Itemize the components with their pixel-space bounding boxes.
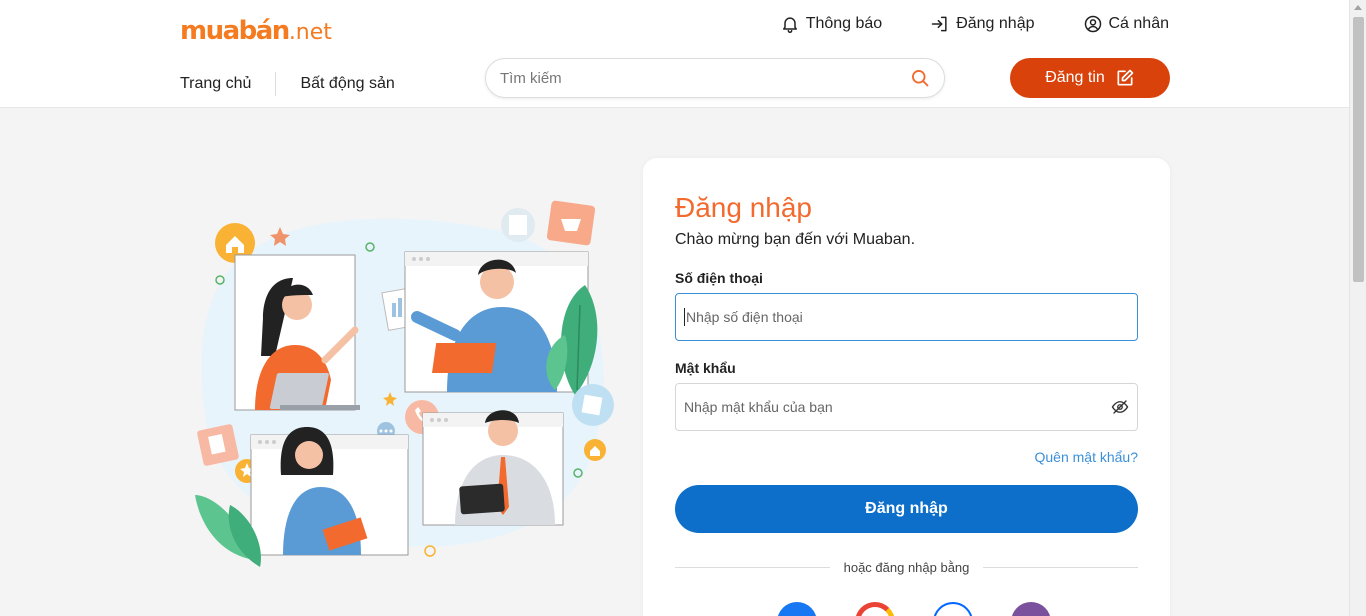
social-divider: hoặc đăng nhập bằng	[675, 560, 1139, 575]
phone-field[interactable]	[675, 293, 1138, 341]
search-icon[interactable]	[910, 68, 930, 88]
login-link[interactable]: Đăng nhập	[930, 12, 1035, 36]
user-icon	[1084, 15, 1101, 33]
site-logo[interactable]: muabán.net	[180, 16, 332, 46]
password-field[interactable]	[675, 383, 1138, 431]
scroll-up-icon[interactable]	[1354, 5, 1362, 10]
login-title: Đăng nhập	[675, 192, 813, 223]
bell-icon	[782, 17, 797, 34]
forgot-password-link[interactable]: Quên mật khẩu?	[1034, 449, 1138, 465]
divider-line-right	[983, 567, 1139, 568]
nav-real-estate[interactable]: Bất động sản	[300, 75, 394, 93]
top-links: Thông báo Đăng nhập Cá nhân	[780, 12, 1169, 36]
nav-home[interactable]: Trang chủ	[180, 75, 251, 93]
scrollbar-thumb[interactable]	[1353, 17, 1364, 282]
social-login-buttons	[777, 602, 1051, 616]
login-submit-button[interactable]: Đăng nhập	[675, 485, 1138, 533]
site-header: muabán.net Thông báo Đăng nhập Cá nhân T…	[0, 0, 1349, 108]
notifications-link[interactable]: Thông báo	[780, 12, 883, 36]
password-label: Mật khẩu	[675, 360, 736, 376]
login-subtitle: Chào mừng bạn đến với Muaban.	[675, 231, 916, 248]
page-scrollbar[interactable]	[1349, 0, 1366, 616]
post-listing-button[interactable]: Đăng tin	[1010, 58, 1170, 98]
search-bar	[485, 58, 945, 98]
profile-label: Cá nhân	[1108, 15, 1170, 32]
google-icon[interactable]	[855, 602, 895, 616]
login-card: Đăng nhập Chào mừng bạn đến với Muaban. …	[643, 158, 1170, 616]
social-divider-text: hoặc đăng nhập bằng	[843, 560, 970, 575]
main-nav: Trang chủ Bất động sản	[180, 72, 395, 96]
phone-label: Số điện thoại	[675, 270, 763, 286]
edit-icon	[1117, 69, 1134, 86]
login-link-label: Đăng nhập	[956, 15, 1035, 32]
logo-suffix: .net	[288, 20, 332, 45]
viber-icon[interactable]	[1011, 602, 1051, 616]
post-listing-label: Đăng tin	[1045, 69, 1105, 86]
zalo-icon[interactable]	[933, 602, 973, 616]
eye-slash-icon[interactable]	[1111, 398, 1129, 416]
nav-divider	[275, 72, 277, 96]
phone-input[interactable]	[686, 309, 1129, 325]
notifications-label: Thông báo	[805, 15, 883, 32]
divider-line-left	[675, 567, 830, 568]
password-input[interactable]	[684, 399, 1111, 415]
facebook-icon[interactable]	[777, 602, 817, 616]
profile-link[interactable]: Cá nhân	[1083, 12, 1170, 36]
text-caret	[684, 308, 685, 326]
login-icon	[931, 16, 947, 32]
search-input[interactable]	[500, 69, 910, 87]
welcome-illustration	[195, 200, 614, 567]
logo-brand: muabán	[180, 16, 290, 46]
